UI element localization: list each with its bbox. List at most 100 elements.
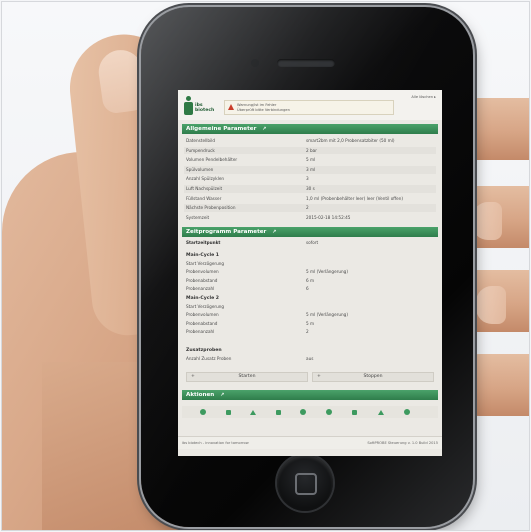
earpiece-speaker — [277, 59, 335, 67]
photo-frame: ibs biotech Warnung/ist im Fehler Überpr… — [1, 1, 530, 531]
footer-right: SoftPROBE Steuerung v. 1.0 Build 2015 — [367, 441, 438, 445]
param-row: Probenvolumen 5 ml (Verlängerung) — [184, 311, 436, 319]
action-play-icon[interactable] — [200, 409, 206, 415]
param-row: Probenanzahl 2 — [184, 328, 436, 336]
row-label: Pumpendruck — [186, 147, 215, 153]
clear-all-link[interactable]: Alle löschen ▸ — [411, 95, 436, 99]
action-step-icon[interactable] — [300, 409, 306, 415]
extra-samples-title: Zusatzproben — [186, 348, 222, 353]
action-flush-icon[interactable] — [352, 409, 357, 415]
row-label: Probenvolumen — [186, 312, 219, 318]
app-footer: ibs biotech - innovation for tomorrow So… — [178, 436, 442, 449]
logo-mark-icon — [184, 102, 193, 115]
alert-box[interactable]: Warnung/ist im Fehler Überprüft bitte Ve… — [224, 100, 394, 115]
phone-screen: ibs biotech Warnung/ist im Fehler Überpr… — [178, 90, 442, 456]
param-row: Probenvolumen 5 ml (Verlängerung) — [184, 268, 436, 276]
param-row: Probenabstand 5 m — [184, 320, 436, 328]
row-label: Probenanzahl — [186, 286, 215, 292]
row-label: Startzeitpunkt — [186, 240, 221, 245]
action-pause-icon[interactable] — [276, 409, 281, 415]
cycle1-title: Main-Cycle 1 — [186, 253, 219, 258]
row-value: 3 ml — [306, 166, 316, 172]
row-label: Anzahl Zusatz Proben — [186, 356, 232, 361]
row-label: Start Verzögerung — [186, 304, 225, 309]
start-time-row: Startzeitpunkt sofort — [184, 239, 436, 247]
param-row: Systemzeit 2015-02-18 14:52:45 — [184, 214, 436, 222]
expand-arrow-icon: ↗ — [272, 229, 277, 235]
row-value: smart2bm mit 2,0 Probensatzbiter (50 ml) — [306, 138, 395, 143]
param-row: Füllstand Wasser 1,0 ml (Probenbehälter l… — [184, 195, 436, 203]
param-row: Start Verzögerung — [184, 260, 436, 268]
row-value: 2 — [306, 329, 309, 335]
param-row: Luft Nachspülzeit 30 s — [184, 185, 436, 193]
row-value: aus — [306, 356, 314, 361]
section-general-parameters[interactable]: Allgemeine Parameter ↗ — [182, 124, 438, 134]
row-value: 2 — [306, 205, 309, 211]
cycle2-title: Main-Cycle 2 — [186, 296, 219, 301]
action-refill-icon[interactable] — [326, 409, 332, 415]
param-row: Nächste Probenposition 2 — [184, 204, 436, 212]
warning-triangle-icon — [228, 104, 234, 110]
start-button[interactable]: + Starten — [186, 372, 308, 382]
start-button-label: Starten — [238, 374, 256, 379]
row-label: Probenanzahl — [186, 329, 215, 335]
row-value: 1,0 ml (Probenbehälter leer) leer (Venti… — [306, 195, 404, 201]
action-up-icon[interactable] — [250, 409, 256, 415]
logo-dot-icon — [186, 96, 191, 101]
row-value: 6 m — [306, 277, 315, 283]
section-actions[interactable]: Aktionen ↗ — [182, 390, 438, 400]
action-toolbar — [182, 406, 438, 418]
row-value: 2 bar — [306, 147, 317, 153]
row-value: 5 ml (Verlängerung) — [306, 312, 348, 318]
param-row: Probenabstand 6 m — [184, 277, 436, 285]
alert-text: Warnung/ist im Fehler Überprüft bitte Ve… — [237, 103, 290, 112]
footer-left: ibs biotech - innovation for tomorrow — [182, 441, 249, 445]
row-value: 2015-02-18 14:52:45 — [306, 214, 351, 220]
nail-middle — [472, 202, 502, 240]
expand-arrow-icon: ↗ — [262, 126, 267, 132]
stop-button-label: Stoppen — [363, 374, 383, 379]
param-row: Probenanzahl 6 — [184, 285, 436, 293]
row-label: Probenabstand — [186, 320, 218, 326]
row-label: Start Verzögerung — [186, 261, 225, 266]
param-row: Anzahl Zusatz Proben aus — [184, 355, 436, 363]
action-stop-icon[interactable] — [226, 409, 231, 415]
row-label: Spülvolumen — [186, 166, 214, 172]
row-label: Luft Nachspülzeit — [186, 186, 223, 191]
home-button[interactable] — [277, 455, 333, 511]
alert-line-2: Überprüft bitte Verbindungen — [237, 107, 290, 112]
param-row: Spülvolumen 3 ml — [184, 165, 436, 174]
row-label: Füllstand Wasser — [186, 195, 222, 201]
row-label: Probenvolumen — [186, 269, 219, 275]
row-value: 5 ml (Verlängerung) — [306, 269, 348, 275]
section-title: Zeitprogramm Parameter — [186, 229, 267, 235]
front-camera-icon — [251, 59, 259, 67]
row-value: sofort — [306, 240, 319, 245]
row-value: 3 — [306, 176, 309, 182]
param-row: Datenstellbild smart2bm mit 2,0 Probensat… — [184, 137, 436, 145]
row-value: 6 — [306, 286, 309, 292]
row-value: 30 s — [306, 186, 315, 191]
param-row: Start Verzögerung — [184, 303, 436, 311]
row-label: Systemzeit — [186, 214, 210, 220]
param-row: Volumen Pendelbehälter 5 ml — [184, 156, 436, 164]
param-row: Anzahl Spülzyklen 3 — [184, 175, 436, 183]
row-label: Probenabstand — [186, 277, 218, 283]
section-time-program[interactable]: Zeitprogramm Parameter ↗ — [182, 227, 438, 237]
app-header: ibs biotech Warnung/ist im Fehler Überpr… — [178, 90, 442, 120]
param-row: Pumpendruck 2 bar — [184, 146, 436, 155]
expand-arrow-icon: ↗ — [220, 392, 225, 398]
stop-button[interactable]: + Stoppen — [312, 372, 434, 382]
row-label: Volumen Pendelbehälter — [186, 157, 238, 163]
home-square-icon — [295, 473, 317, 495]
nail-ring — [476, 286, 506, 324]
row-label: Anzahl Spülzyklen — [186, 176, 225, 182]
row-value: 5 m — [306, 320, 315, 326]
action-eject-icon[interactable] — [378, 409, 384, 415]
section-title: Aktionen — [186, 392, 215, 398]
row-label: Datenstellbild — [186, 138, 216, 143]
section-title: Allgemeine Parameter — [186, 126, 257, 132]
action-power-icon[interactable] — [404, 409, 410, 415]
row-label: Nächste Probenposition — [186, 205, 236, 211]
row-value: 5 ml — [306, 157, 316, 163]
